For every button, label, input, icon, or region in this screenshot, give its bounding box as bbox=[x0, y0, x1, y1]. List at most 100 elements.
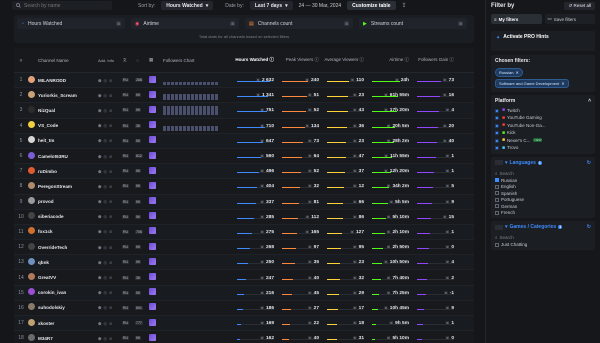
col-num[interactable]: # bbox=[14, 58, 28, 63]
channel-name[interactable]: fox1ck bbox=[38, 229, 98, 234]
search-input[interactable] bbox=[24, 2, 104, 9]
date-select[interactable]: Last 7 days ▾ bbox=[249, 1, 293, 10]
game-icon[interactable] bbox=[149, 333, 163, 343]
upload-icon[interactable]: ⇪ bbox=[402, 2, 407, 9]
game-icon[interactable] bbox=[149, 303, 163, 312]
col-game-icon[interactable]: ▦ bbox=[149, 57, 163, 63]
game-icon[interactable] bbox=[149, 242, 163, 252]
channel-name[interactable]: suhodolskiy bbox=[38, 305, 98, 310]
avatar[interactable] bbox=[28, 303, 38, 312]
col-followers-chart[interactable]: Followers Chart bbox=[163, 58, 233, 63]
col-channel-name[interactable]: Channel Name bbox=[38, 58, 98, 63]
channel-name[interactable]: ruDimbo bbox=[38, 169, 98, 174]
platform-item[interactable]: ▣ ■ Kick bbox=[495, 130, 591, 136]
platform-item[interactable]: ▣ ■ YouTube Non-Ga... bbox=[495, 122, 591, 128]
tab-my-filters[interactable]: ≡ My filters bbox=[491, 14, 542, 24]
table-row[interactable]: 8 PeregonStream ⬟◎⊘ RU 5K ▣404 ▣32 ▣12 ▣… bbox=[14, 179, 474, 195]
table-row[interactable]: 11 fox1ck ⬟◎⊘ RU 708 ▣275 ▣165 ▣127 ▣2h … bbox=[14, 224, 474, 241]
channel-name[interactable]: qbnk bbox=[38, 260, 98, 265]
avatar[interactable] bbox=[28, 197, 38, 206]
customize-table-button[interactable]: Customize table bbox=[347, 1, 396, 10]
card-hours-watched[interactable]: ◔ Hours Watched ▣ bbox=[17, 18, 125, 29]
avatar[interactable] bbox=[28, 273, 38, 282]
channel-name[interactable]: xkoster bbox=[38, 321, 98, 326]
game-icon[interactable] bbox=[149, 121, 163, 130]
chip-russian[interactable]: Russian ✕ bbox=[495, 68, 523, 77]
channel-search[interactable] bbox=[12, 1, 112, 10]
game-icon[interactable] bbox=[149, 75, 163, 85]
table-row[interactable]: 6 Camelot63RU ⬟◎⊘ RU 812 ▣560 ▣64 ▣47 ▣1… bbox=[14, 149, 474, 165]
channel-name[interactable]: provod bbox=[38, 199, 98, 204]
languages-search[interactable]: ⌕ Search bbox=[495, 169, 591, 178]
platform-item[interactable]: ▣ ■ Nexer's C... NEW bbox=[495, 137, 591, 143]
col-airtime[interactable]: Airtime ⓘ bbox=[368, 57, 413, 63]
game-icon[interactable] bbox=[149, 90, 163, 100]
sort-select[interactable]: Hours Watched ▾ bbox=[161, 1, 214, 10]
col-hours-watched[interactable]: Hours Watched ⓘ bbox=[233, 57, 278, 63]
channel-name[interactable]: heit_tm bbox=[38, 138, 98, 143]
platform-item[interactable]: ▣ ■ YouTube Gaming bbox=[495, 115, 591, 121]
language-item[interactable]: French bbox=[495, 210, 591, 215]
avatar[interactable] bbox=[28, 318, 38, 328]
table-row[interactable]: 17 xkoster ⬟◎⊘ RU 777 ▣169 ▣22 ▣18 ▣9h 5… bbox=[14, 316, 474, 332]
avatar[interactable] bbox=[28, 288, 38, 297]
table-row[interactable]: 10 siberiacode ⬟◎⊘ RU 5K ▣285 ▣112 ▣86 ▣… bbox=[14, 210, 474, 225]
table-row[interactable]: 14 GreatVV ⬟◎⊘ RU 3K ▣247 ▣40 ▣32 ▣7h 40… bbox=[14, 270, 474, 286]
language-item[interactable]: Spanish bbox=[495, 191, 591, 196]
avatar[interactable] bbox=[28, 333, 38, 343]
avatar[interactable] bbox=[28, 151, 38, 161]
game-icon[interactable] bbox=[149, 136, 163, 145]
card-streams-count[interactable]: ▶ Streams count ▣ bbox=[359, 18, 467, 29]
chip-software-game-dev[interactable]: Software and Game Development ✕ bbox=[495, 79, 569, 88]
avatar[interactable] bbox=[28, 166, 38, 176]
col-average-viewers[interactable]: Average Viewers ⓘ bbox=[323, 57, 368, 63]
channel-name[interactable]: siberiacode bbox=[38, 214, 98, 219]
channel-name[interactable]: PeregonStream bbox=[38, 184, 98, 189]
game-icon[interactable] bbox=[149, 166, 163, 176]
games-header[interactable]: ▾ Games / Categories 1 ↻ bbox=[495, 224, 591, 230]
table-row[interactable]: 12 OverrideTech ⬟◎⊘ RU 5K ▣268 ▣97 ▣95 ▣… bbox=[14, 240, 474, 256]
game-icon[interactable] bbox=[149, 257, 163, 267]
table-row[interactable]: 13 qbnk ⬟◎⊘ RU 5K ▣250 ▣35 ▣23 ▣10h 50m … bbox=[14, 255, 474, 271]
game-icon[interactable] bbox=[149, 181, 163, 191]
avatar[interactable] bbox=[28, 75, 38, 85]
col-language-icon[interactable]: 文 bbox=[122, 57, 135, 63]
game-icon[interactable] bbox=[149, 197, 163, 206]
game-icon[interactable] bbox=[149, 105, 163, 115]
game-icon[interactable] bbox=[149, 212, 163, 221]
languages-header[interactable]: ▾ Languages 1 ↻ bbox=[495, 160, 591, 166]
table-row[interactable]: 18 M34R7 ⬟◎⊘ RU 5K ▣162 ▣40 ▣31 ▣5h 10m … bbox=[14, 331, 474, 343]
table-row[interactable]: 5 heit_tm ⬟◎⊘ RU 5K ▣647 ▣73 ▣23 ▣28h 2m… bbox=[14, 133, 474, 149]
language-item[interactable]: Russian bbox=[495, 178, 591, 183]
channel-name[interactable]: MILANRODD bbox=[38, 78, 98, 83]
avatar[interactable] bbox=[28, 105, 38, 115]
game-icon[interactable] bbox=[149, 288, 163, 297]
language-item[interactable]: Portuguese bbox=[495, 197, 591, 202]
game-icon[interactable] bbox=[149, 273, 163, 282]
avatar[interactable] bbox=[28, 121, 38, 130]
channel-name[interactable]: VS_Code bbox=[38, 123, 98, 128]
language-item[interactable]: English bbox=[495, 184, 591, 189]
col-country-icon[interactable]: ♡ bbox=[135, 58, 149, 63]
game-icon[interactable] bbox=[149, 227, 163, 236]
avatar[interactable] bbox=[28, 257, 38, 267]
game-icon[interactable] bbox=[149, 318, 163, 328]
platform-title[interactable]: Platform ˄ bbox=[495, 98, 591, 104]
game-icon[interactable] bbox=[149, 151, 163, 161]
table-row[interactable]: 1 MILANRODD ⬟◎⊘ RU 288 ▣2 632 ▣240 ▣110 … bbox=[14, 73, 474, 89]
table-row[interactable]: 4 VS_Code ⬟◎⊘ RU 3K ▣710 ▣134 ▣36 ▣20h 5… bbox=[14, 119, 474, 134]
col-peak-viewers[interactable]: Peak Viewers ⓘ bbox=[278, 57, 323, 63]
table-row[interactable]: 3 NizQual ⬟◎⊘ RU 5K ▣751 ▣52 ▣43 ▣17h 20… bbox=[14, 103, 474, 119]
reset-all-button[interactable]: ↺ Reset all bbox=[564, 1, 595, 10]
games-search[interactable]: ⌕ Search bbox=[495, 233, 591, 242]
table-row[interactable]: 9 provod ⬟◎⊘ RU 5K ▣337 ▣81 ▣66 ▣5h 5m ▣… bbox=[14, 194, 474, 210]
channel-name[interactable]: M34R7 bbox=[38, 336, 98, 341]
channel-name[interactable]: OverrideTech bbox=[38, 245, 98, 250]
channel-name[interactable]: Camelot63RU bbox=[38, 154, 98, 159]
avatar[interactable] bbox=[28, 227, 38, 236]
card-airtime[interactable]: ◉ Airtime ▣ bbox=[131, 18, 239, 29]
table-row[interactable]: 16 suhodolskiy ⬟◎⊘ RU 801 ▣186 ▣27 ▣17 ▣… bbox=[14, 301, 474, 316]
avatar[interactable] bbox=[28, 90, 38, 100]
platform-item[interactable]: ▣ ■ Trovo bbox=[495, 145, 591, 151]
tab-save-filters[interactable]: ▭ Save filters bbox=[544, 14, 595, 24]
